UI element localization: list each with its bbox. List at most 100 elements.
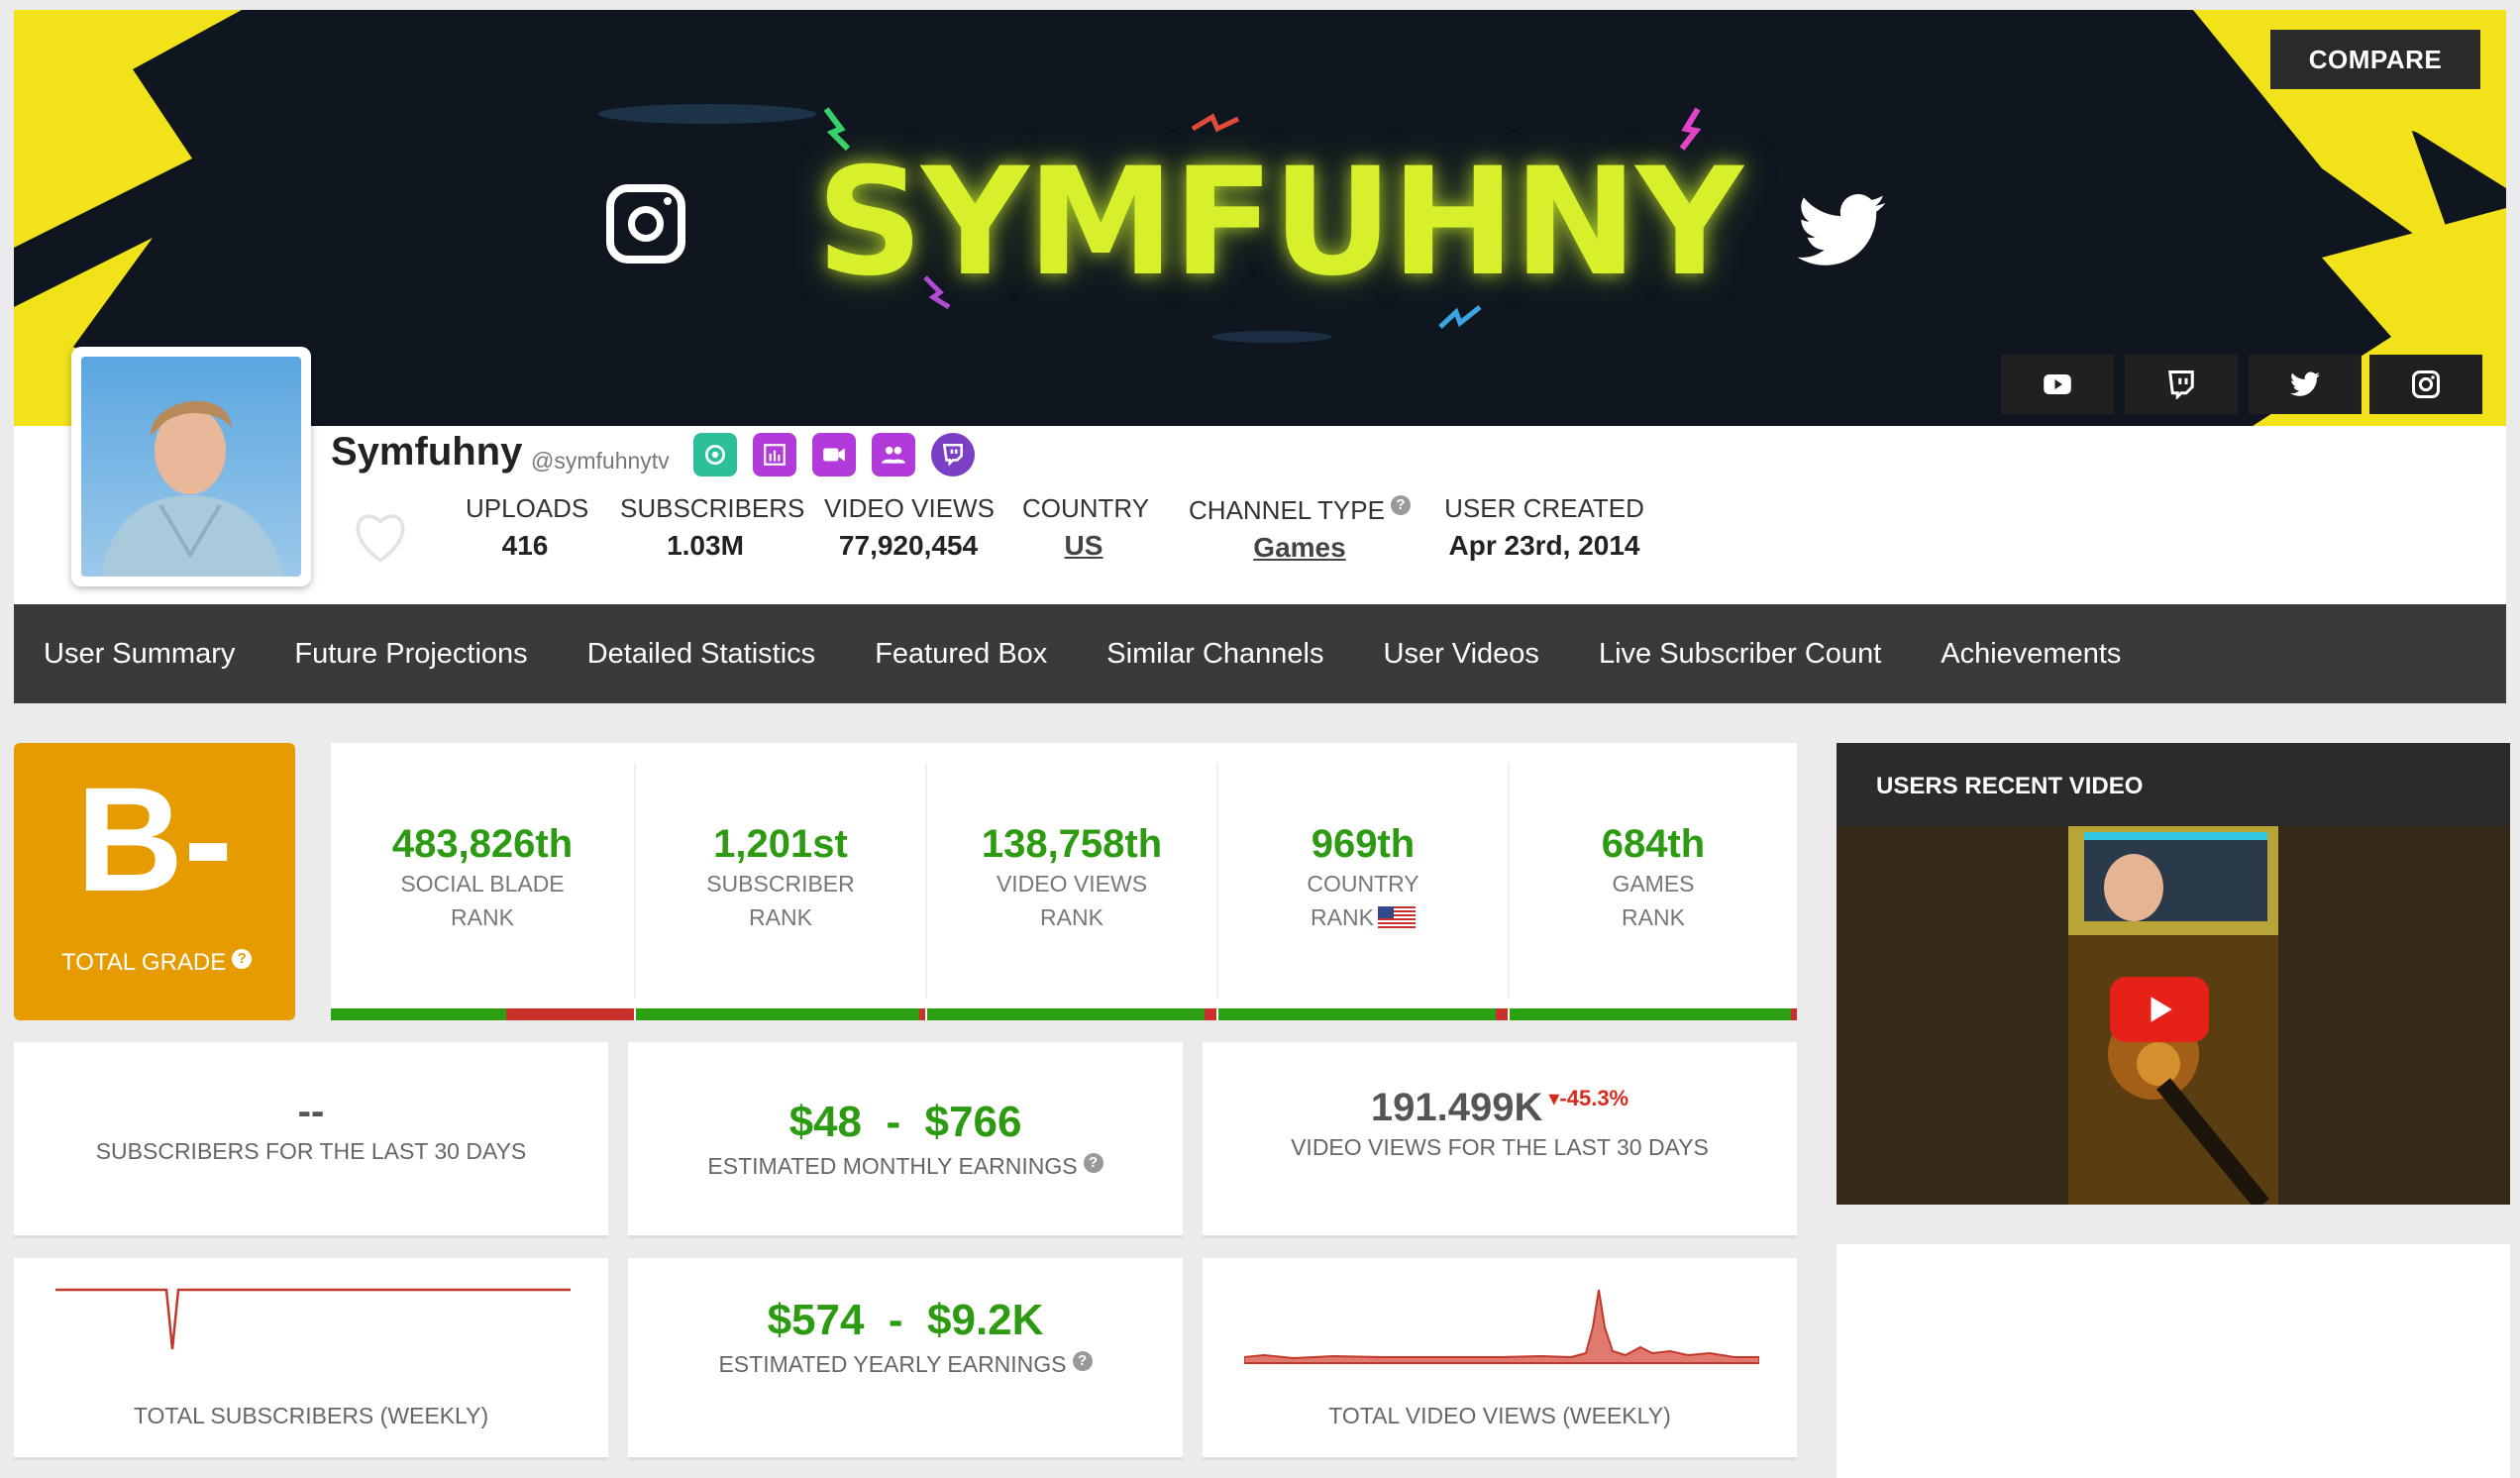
earnings-separator: - bbox=[886, 1098, 901, 1146]
badge-stats[interactable] bbox=[753, 433, 796, 476]
stat-video-views: VIDEO VIEWS 77,920,454 bbox=[824, 493, 995, 562]
twitch-icon bbox=[2168, 370, 2194, 399]
play-icon bbox=[2151, 997, 2172, 1022]
rank-value: 138,758th bbox=[981, 822, 1163, 866]
instagram-icon bbox=[2412, 370, 2440, 398]
badge-community[interactable] bbox=[872, 433, 915, 476]
monthly-earnings-high: $766 bbox=[924, 1098, 1022, 1146]
stat-uploads-label: UPLOADS bbox=[466, 493, 589, 523]
avatar bbox=[71, 347, 311, 586]
help-icon[interactable]: ? bbox=[1072, 1351, 1093, 1371]
stat-country-link[interactable]: US bbox=[1022, 530, 1145, 562]
rank-progress-bar bbox=[1218, 1008, 1508, 1020]
help-icon[interactable]: ? bbox=[1390, 495, 1411, 515]
rank-value: 684th bbox=[1601, 822, 1706, 866]
monthly-earnings-label: ESTIMATED MONTHLY EARNINGS? bbox=[628, 1153, 1183, 1180]
rank-games: 684th GAMES RANK bbox=[1510, 743, 1797, 1020]
stat-subscribers: SUBSCRIBERS 1.03M bbox=[620, 493, 805, 562]
rank-label-line1: SOCIAL BLADE bbox=[400, 871, 565, 897]
nav-live-subscriber-count[interactable]: Live Subscriber Count bbox=[1599, 638, 1881, 671]
twitch-icon bbox=[942, 443, 963, 467]
channel-handle: @symfuhnytv bbox=[531, 448, 670, 474]
nav-similar-channels[interactable]: Similar Channels bbox=[1106, 638, 1323, 671]
stat-channel-type: CHANNEL TYPE? Games bbox=[1181, 491, 1418, 564]
banner-instagram-icon bbox=[606, 184, 685, 264]
rank-bar-rest bbox=[1791, 1008, 1797, 1020]
target-icon bbox=[704, 444, 726, 466]
nav-detailed-statistics[interactable]: Detailed Statistics bbox=[587, 638, 816, 671]
monthly-earnings-value: $48 - $766 bbox=[628, 1098, 1183, 1147]
rank-label-line2: RANK bbox=[749, 904, 812, 930]
stat-country-label: COUNTRY bbox=[1022, 493, 1150, 523]
recent-video-panel: USERS RECENT VIDEO bbox=[1837, 743, 2510, 1205]
rank-progress-bar bbox=[927, 1008, 1216, 1020]
video-thumbnail[interactable] bbox=[1837, 826, 2510, 1205]
youtube-icon bbox=[2044, 374, 2071, 394]
total-subscribers-weekly-label: TOTAL SUBSCRIBERS (WEEKLY) bbox=[133, 1403, 489, 1428]
rank-bar-rest bbox=[919, 1008, 925, 1020]
rank-label-line2: RANK bbox=[1040, 904, 1103, 930]
youtube-link[interactable] bbox=[2001, 355, 2114, 414]
play-button[interactable] bbox=[2110, 977, 2209, 1042]
rank-subscriber: 1,201st SUBSCRIBER RANK bbox=[636, 743, 925, 1020]
help-icon[interactable]: ? bbox=[232, 949, 253, 969]
video-views-30-days-card: 191.499K ▾-45.3% VIDEO VIEWS FOR THE LAST… bbox=[1203, 1042, 1797, 1238]
stat-subscribers-label: SUBSCRIBERS bbox=[620, 493, 805, 523]
rank-value: 969th bbox=[1311, 822, 1416, 866]
sidebar-blank-card bbox=[1837, 1244, 2510, 1478]
instagram-link[interactable] bbox=[2369, 355, 2482, 414]
twitter-link[interactable] bbox=[2249, 355, 2362, 414]
video-views-30-days-label: VIDEO VIEWS FOR THE LAST 30 DAYS bbox=[1291, 1134, 1709, 1160]
help-icon[interactable]: ? bbox=[1083, 1153, 1103, 1173]
yearly-earnings-label-text: ESTIMATED YEARLY EARNINGS bbox=[718, 1351, 1067, 1377]
nav-user-videos[interactable]: User Videos bbox=[1384, 638, 1539, 671]
twitch-link[interactable] bbox=[2125, 355, 2238, 414]
monthly-earnings-label-text: ESTIMATED MONTHLY EARNINGS bbox=[707, 1153, 1078, 1179]
nav-achievements[interactable]: Achievements bbox=[1941, 638, 2121, 671]
video-views-sparkline bbox=[1244, 1289, 1759, 1364]
monthly-earnings-low: $48 bbox=[788, 1098, 862, 1146]
rank-social-blade: 483,826th SOCIAL BLADE RANK bbox=[331, 743, 634, 1020]
stat-user-created-value: Apr 23rd, 2014 bbox=[1448, 530, 1640, 561]
users-icon bbox=[882, 446, 905, 464]
subscribers-30-days-label: SUBSCRIBERS FOR THE LAST 30 DAYS bbox=[95, 1138, 527, 1164]
badge-twitch[interactable] bbox=[931, 433, 975, 476]
rank-bar-fill bbox=[331, 1008, 507, 1020]
video-views-30-days-value-row: 191.499K ▾-45.3% bbox=[1203, 1086, 1797, 1130]
recent-video-header: USERS RECENT VIDEO bbox=[1837, 743, 2510, 826]
badge-target[interactable] bbox=[693, 433, 737, 476]
video-views-change-text: -45.3% bbox=[1559, 1086, 1629, 1110]
favorite-heart-icon[interactable] bbox=[351, 509, 410, 563]
yearly-earnings-value: $574 - $9.2K bbox=[628, 1296, 1183, 1345]
nav-future-projections[interactable]: Future Projections bbox=[294, 638, 527, 671]
video-views-change: ▾-45.3% bbox=[1548, 1086, 1628, 1110]
nav-featured-box[interactable]: Featured Box bbox=[875, 638, 1047, 671]
rank-label-line1: SUBSCRIBER bbox=[706, 871, 855, 897]
compare-button[interactable]: COMPARE bbox=[2270, 30, 2480, 89]
grade-label-text: TOTAL GRADE bbox=[61, 949, 227, 976]
rank-bar-fill bbox=[1218, 1008, 1497, 1020]
main-nav: User Summary Future Projections Detailed… bbox=[14, 604, 2506, 703]
twitter-icon bbox=[2290, 371, 2320, 396]
stat-subscribers-value: 1.03M bbox=[667, 530, 744, 561]
grade-label: TOTAL GRADE? bbox=[61, 949, 253, 977]
badge-video[interactable] bbox=[812, 433, 856, 476]
stat-user-created: USER CREATED Apr 23rd, 2014 bbox=[1442, 493, 1646, 562]
rank-label-line2: RANK bbox=[1218, 900, 1508, 934]
yearly-earnings-label: ESTIMATED YEARLY EARNINGS? bbox=[628, 1351, 1183, 1378]
nav-user-summary[interactable]: User Summary bbox=[44, 638, 235, 671]
avatar-photo bbox=[81, 357, 301, 577]
bar-chart-icon bbox=[764, 444, 786, 466]
rank-progress-bar bbox=[331, 1008, 634, 1020]
banner-twitter-icon bbox=[1797, 194, 1886, 265]
stat-channel-type-link[interactable]: Games bbox=[1181, 532, 1418, 564]
video-views-30-days-value: 191.499K bbox=[1370, 1086, 1543, 1129]
stat-uploads-value: 416 bbox=[501, 530, 549, 561]
rank-panel: 483,826th SOCIAL BLADE RANK 1,201st SUBS… bbox=[331, 743, 1797, 1020]
rank-progress-bar bbox=[1510, 1008, 1797, 1020]
rank-bar-rest bbox=[1205, 1008, 1216, 1020]
subscribers-sparkline bbox=[55, 1288, 571, 1350]
yearly-earnings-card: $574 - $9.2K ESTIMATED YEARLY EARNINGS? bbox=[628, 1258, 1183, 1460]
rank-value: 1,201st bbox=[713, 822, 848, 866]
subscribers-30-days-card: -- SUBSCRIBERS FOR THE LAST 30 DAYS bbox=[14, 1042, 608, 1238]
